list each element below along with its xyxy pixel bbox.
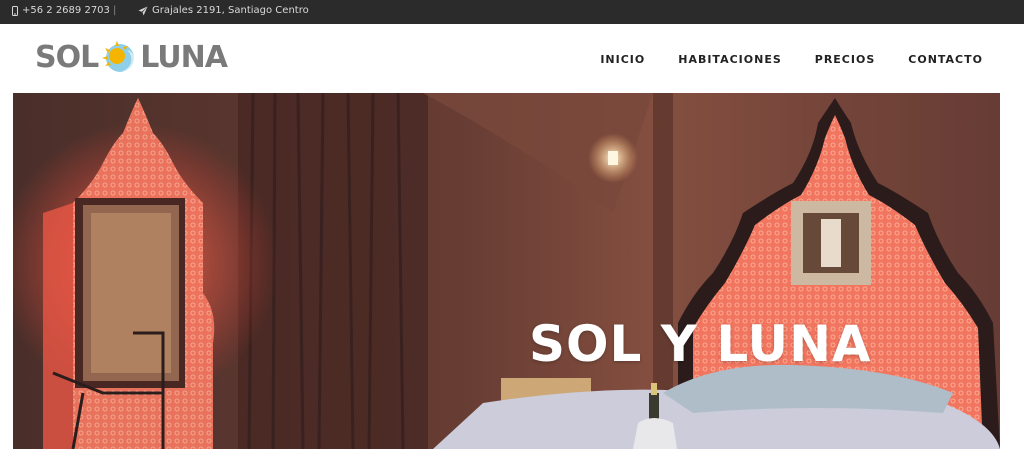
hero-banner: SOL Y LUNA (13, 93, 1000, 449)
site-logo[interactable]: SOL LUNA (35, 38, 228, 78)
top-contact-bar: +56 2 2689 2703 | Grajales 2191, Santiag… (0, 0, 1024, 24)
phone-number: +56 2 2689 2703 (22, 5, 110, 16)
phone-contact[interactable]: +56 2 2689 2703 (12, 5, 110, 16)
address-text: Grajales 2191, Santiago Centro (152, 5, 309, 16)
hero-title: SOL Y LUNA (529, 315, 872, 373)
nav-inicio[interactable]: INICIO (600, 53, 645, 66)
address-contact[interactable]: Grajales 2191, Santiago Centro (138, 5, 309, 16)
paper-plane-icon (138, 6, 148, 15)
nav-habitaciones[interactable]: HABITACIONES (678, 53, 782, 66)
hotel-room-photo (13, 93, 1000, 449)
main-navigation: INICIO HABITACIONES PRECIOS CONTACTO (600, 53, 983, 66)
nav-contacto[interactable]: CONTACTO (908, 53, 983, 66)
mobile-phone-icon (12, 5, 18, 16)
site-header: SOL LUNA INICIO HABITACIONES PRECIOS CON… (0, 24, 1024, 93)
topbar-separator: | (113, 5, 117, 16)
sun-moon-icon (102, 41, 136, 72)
logo-word-luna: LUNA (140, 40, 228, 75)
logo-word-sol: SOL (35, 40, 99, 75)
nav-precios[interactable]: PRECIOS (815, 53, 876, 66)
